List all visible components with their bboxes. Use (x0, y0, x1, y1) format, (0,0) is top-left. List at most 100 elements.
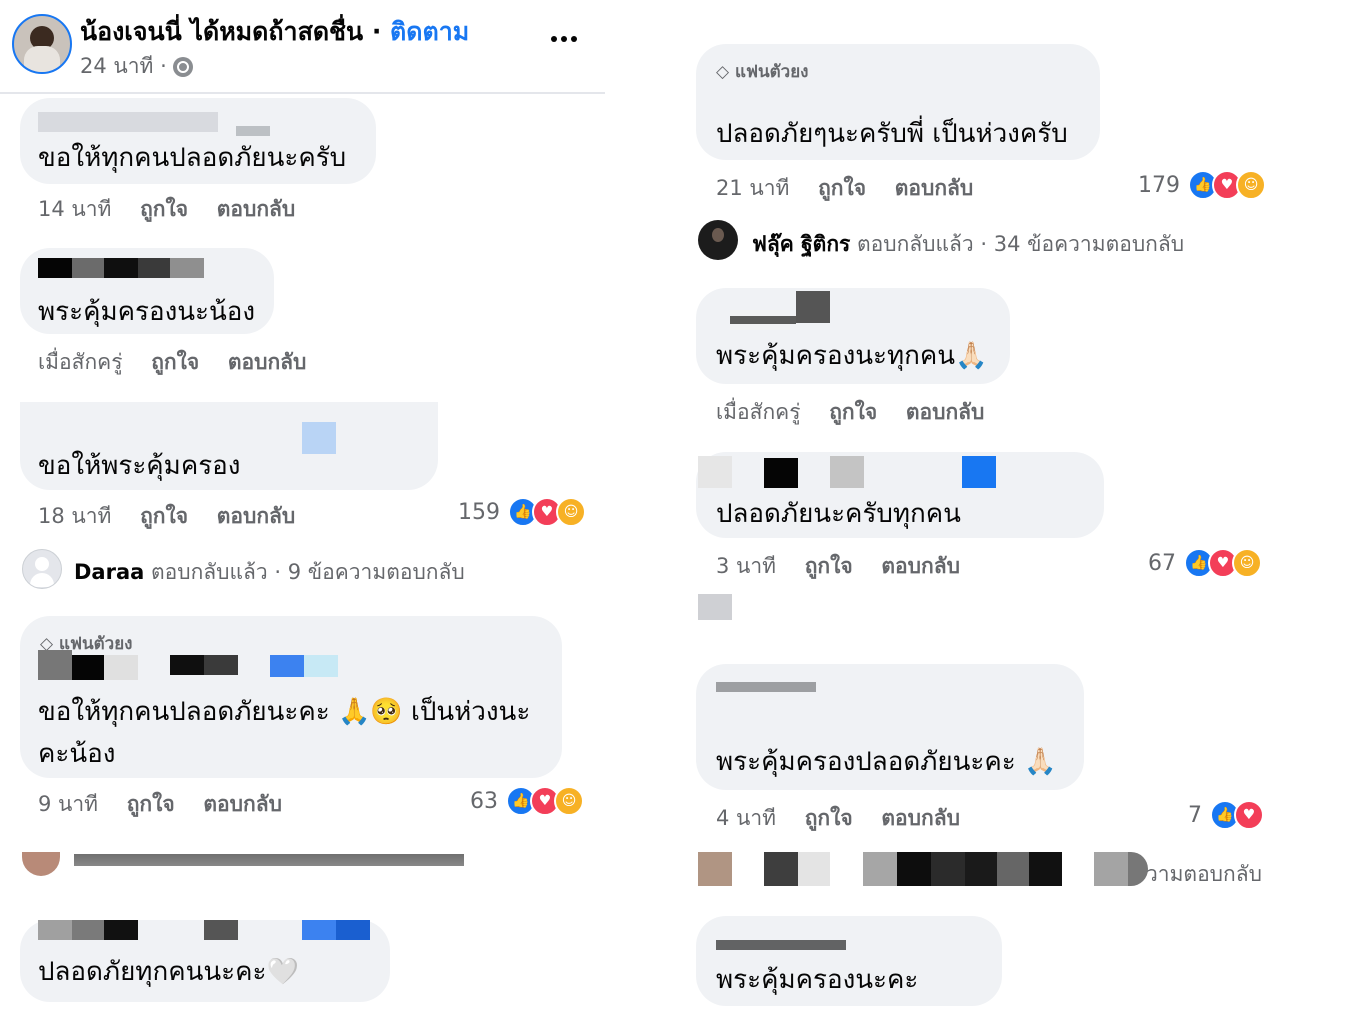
comment-meta: เมื่อสักครู่ ถูกใจ ตอบกลับ (38, 346, 306, 379)
comment-meta: 18 นาที ถูกใจ ตอบกลับ (38, 500, 295, 533)
censored-name (698, 456, 732, 488)
censored-name (730, 316, 796, 324)
censored-name (104, 655, 138, 680)
post-time: 24 นาที · (80, 50, 193, 83)
follow-link[interactable]: ติดตาม (390, 17, 469, 46)
censored-name (72, 920, 104, 940)
comment-text: พระคุ้มครองนะน้อง (38, 297, 256, 327)
ellipsis-icon[interactable] (551, 36, 577, 42)
cutoff-text (74, 854, 464, 866)
comment-meta: 21 นาที ถูกใจ ตอบกลับ (716, 172, 973, 205)
like-link[interactable]: ถูกใจ (140, 504, 188, 528)
like-link[interactable]: ถูกใจ (805, 554, 853, 578)
censored-name (931, 852, 965, 886)
like-link[interactable]: ถูกใจ (829, 400, 877, 424)
page-name[interactable]: น้องเจนนี่ ได้หมดถ้าสดชื่น · ติดตาม (80, 12, 469, 52)
censored-name (72, 258, 104, 278)
comment-time: เมื่อสักครู่ (38, 350, 123, 374)
comment-time: 14 นาที (38, 197, 112, 221)
censored-name (863, 852, 897, 886)
reaction-summary[interactable]: 159 👍 ♥ ☺ (458, 497, 586, 527)
censored-name (38, 258, 72, 278)
care-icon: ☺ (554, 786, 584, 816)
reaction-summary[interactable]: 63 👍 ♥ ☺ (470, 786, 584, 816)
page-avatar[interactable] (12, 14, 72, 74)
censored-name (796, 291, 830, 323)
comment-text: พระคุ้มครองปลอดภัยนะคะ 🙏🏻 (716, 747, 1057, 777)
comment-time: 21 นาที (716, 176, 790, 200)
comment-meta: 9 นาที ถูกใจ ตอบกลับ (38, 788, 282, 821)
censored-name (764, 458, 798, 488)
censored-name (104, 258, 138, 278)
reply-summary[interactable]: ฟลุ๊ค ฐิติกร ตอบกลับแล้ว · 34 ข้อความตอบ… (752, 228, 1184, 261)
avatar[interactable] (22, 549, 62, 589)
comment-text-line2: คะน้อง (38, 739, 116, 769)
comment-text: พระคุ้มครองนะคะ (716, 965, 919, 995)
reply-link[interactable]: ตอบกลับ (881, 806, 960, 830)
post-time-text: 24 นาที · (80, 54, 167, 78)
reaction-summary[interactable]: 179 👍 ♥ ☺ (1138, 170, 1266, 200)
reply-author: ฟลุ๊ค ฐิติกร (752, 232, 851, 256)
comment-meta: 4 นาที ถูกใจ ตอบกลับ (716, 802, 960, 835)
censored-name (965, 852, 997, 886)
reply-link[interactable]: ตอบกลับ (217, 504, 296, 528)
censored-avatar (698, 594, 732, 620)
reply-link[interactable]: ตอบกลับ (906, 400, 985, 424)
reply-link[interactable]: ตอบกลับ (228, 350, 307, 374)
reply-link[interactable]: ตอบกลับ (217, 197, 296, 221)
reply-author: Daraa (74, 560, 145, 584)
censored-name (38, 112, 218, 132)
reaction-count: 63 (470, 788, 498, 814)
reaction-summary[interactable]: 67 👍 ♥ ☺ (1148, 548, 1262, 578)
comment-time: 18 นาที (38, 504, 112, 528)
comment-meta: 3 นาที ถูกใจ ตอบกลับ (716, 550, 960, 583)
reply-count-text[interactable]: วามตอบกลับ (1146, 858, 1262, 891)
censored-avatar (698, 852, 732, 886)
avatar[interactable] (698, 220, 738, 260)
reaction-count: 159 (458, 499, 500, 525)
censored-name (38, 650, 72, 680)
reaction-count: 67 (1148, 550, 1176, 576)
censored-name (962, 456, 996, 488)
reply-link[interactable]: ตอบกลับ (881, 554, 960, 578)
reply-summary[interactable]: Daraa ตอบกลับแล้ว · 9 ข้อความตอบกลับ (74, 556, 465, 589)
censored-name (1094, 852, 1128, 886)
censored-name (997, 852, 1029, 886)
censored-name (304, 655, 338, 677)
censored-name (204, 655, 238, 675)
censored-name (170, 655, 204, 675)
page-name-text[interactable]: น้องเจนนี่ ได้หมดถ้าสดชื่น (80, 17, 363, 46)
censored-name (798, 852, 830, 886)
censored-name (897, 852, 931, 886)
censored-name (170, 258, 204, 278)
like-link[interactable]: ถูกใจ (805, 806, 853, 830)
censored-name (1029, 852, 1062, 886)
reply-link[interactable]: ตอบกลับ (203, 792, 282, 816)
comment-text: ปลอดภัยทุกคนนะคะ🤍 (38, 957, 299, 987)
like-link[interactable]: ถูกใจ (151, 350, 199, 374)
censored-name (38, 920, 72, 940)
reaction-count: 7 (1188, 802, 1202, 828)
censored-name (302, 422, 336, 454)
censored-name (830, 456, 864, 488)
avatar[interactable] (22, 852, 60, 876)
censored-badge (716, 682, 816, 692)
censored-name (764, 852, 798, 886)
care-icon: ☺ (556, 497, 586, 527)
like-link[interactable]: ถูกใจ (818, 176, 866, 200)
love-icon: ♥ (1234, 800, 1264, 830)
censored-name (1128, 852, 1148, 886)
reply-link[interactable]: ตอบกลับ (895, 176, 974, 200)
badge-label: แฟนตัวยง (735, 62, 809, 82)
comment-time: 9 นาที (38, 792, 99, 816)
censored-name (336, 920, 370, 940)
censored-name (302, 920, 336, 940)
comment-time: เมื่อสักครู่ (716, 400, 801, 424)
reply-count-text: ตอบกลับแล้ว · 34 ข้อความตอบกลับ (857, 232, 1185, 256)
like-link[interactable]: ถูกใจ (127, 792, 175, 816)
censored-name (104, 920, 138, 940)
reaction-summary[interactable]: 7 👍 ♥ (1188, 800, 1264, 830)
censored-name (204, 920, 238, 940)
like-link[interactable]: ถูกใจ (140, 197, 188, 221)
censored-name (716, 940, 846, 950)
